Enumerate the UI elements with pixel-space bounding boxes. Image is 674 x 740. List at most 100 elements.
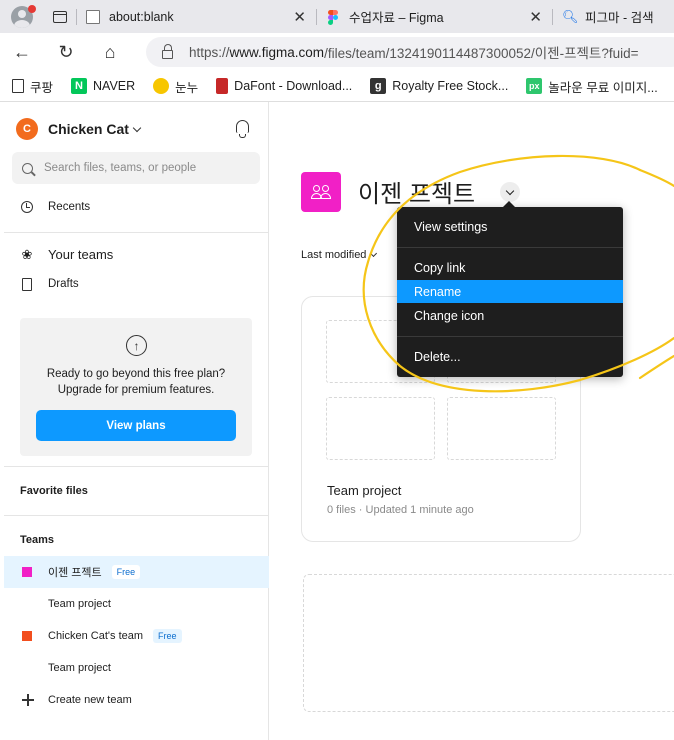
bookmark-dafont[interactable]: DaFont - Download... xyxy=(216,78,352,94)
project-card-title: Team project xyxy=(327,483,402,498)
page-title[interactable]: 이젠 프젝트 xyxy=(358,174,475,209)
view-plans-button[interactable]: View plans xyxy=(36,410,236,441)
bookmark-coupang[interactable]: 쿠팡 xyxy=(12,77,53,96)
team-avatar: C xyxy=(16,118,38,140)
bookmark-naver[interactable]: N NAVER xyxy=(71,78,135,94)
tab-title: 수업자료 – Figma xyxy=(349,11,444,25)
menu-item-view-settings[interactable]: View settings xyxy=(397,215,623,238)
bell-icon[interactable] xyxy=(236,120,249,138)
home-icon: ⌂ xyxy=(104,41,116,62)
tab-title: about:blank xyxy=(109,9,174,24)
create-new-team-button[interactable]: Create new team xyxy=(48,694,132,706)
free-badge: Free xyxy=(153,629,182,643)
getty-icon: g xyxy=(370,78,387,94)
noonnu-icon xyxy=(153,78,170,94)
tab-close-icon[interactable]: ✕ xyxy=(293,8,306,26)
clock-icon xyxy=(20,200,34,214)
new-project-placeholder[interactable] xyxy=(303,574,674,712)
address-bar[interactable]: https://www.figma.com/files/team/1324190… xyxy=(146,37,674,67)
people-icon xyxy=(311,185,331,199)
menu-item-rename[interactable]: Rename xyxy=(397,280,623,303)
tab-separator xyxy=(76,9,77,25)
figma-outline-icon: ❀ xyxy=(21,246,33,262)
sidebar-item-project[interactable]: Team project xyxy=(48,598,111,610)
reload-icon: ↻ xyxy=(58,41,74,62)
coupang-icon xyxy=(12,79,24,93)
bookmark-label: 놀라운 무료 이미지... xyxy=(548,80,658,95)
free-badge: Free xyxy=(111,565,141,579)
bookmark-label: Royalty Free Stock... xyxy=(392,79,509,93)
file-icon xyxy=(20,277,34,291)
menu-item-change-icon[interactable]: Change icon xyxy=(397,304,623,327)
main-content: 이젠 프젝트 Last modified Team project 0 file… xyxy=(270,102,674,740)
people-icon-head xyxy=(322,185,329,192)
browser-tab-blank[interactable]: about:blank ✕ xyxy=(76,0,316,33)
figma-logo-part xyxy=(333,9,338,15)
sidebar-item-project[interactable]: Team project xyxy=(48,662,111,674)
upgrade-text: Ready to go beyond this free plan? Upgra… xyxy=(20,367,252,398)
search-icon xyxy=(22,162,33,174)
bookmark-label: 눈누 xyxy=(175,80,199,95)
project-card-subtitle: 0 files · Updated 1 minute ago xyxy=(327,504,474,516)
tab-actions-button[interactable] xyxy=(44,0,76,33)
tab-actions-icon xyxy=(53,10,67,23)
divider xyxy=(4,515,269,516)
lock-icon xyxy=(162,43,173,59)
search-input[interactable]: Search files, teams, or people xyxy=(12,152,260,184)
title-menu-button[interactable] xyxy=(500,182,520,202)
bookmark-label: DaFont - Download... xyxy=(234,79,353,93)
tab-close-icon[interactable]: ✕ xyxy=(529,8,542,26)
url-path: /files/team/1324190114487300052/이젠-프젝트?f… xyxy=(324,46,639,61)
team-icon[interactable] xyxy=(301,172,341,212)
arrow-up-circle-icon: ↑ xyxy=(126,335,147,356)
menu-item-copy-link[interactable]: Copy link xyxy=(397,256,623,279)
sidebar-item-drafts[interactable]: Drafts xyxy=(20,277,79,291)
sort-dropdown[interactable]: Last modified xyxy=(301,249,378,261)
naver-icon: N xyxy=(71,78,88,94)
tab-title: 피그마 - 검색 xyxy=(585,11,654,25)
people-icon-body xyxy=(320,193,331,199)
file-thumbnail-placeholder xyxy=(447,397,556,460)
menu-item-delete[interactable]: Delete... xyxy=(397,345,623,368)
team-color-icon xyxy=(22,567,32,577)
team-name: Chicken Cat xyxy=(48,121,129,137)
file-thumbnail-placeholder xyxy=(326,397,435,460)
tab-separator xyxy=(552,9,553,25)
upgrade-panel: ↑ Ready to go beyond this free plan? Upg… xyxy=(20,318,252,456)
clock-icon-shape xyxy=(21,201,33,213)
bookmark-noonnu[interactable]: 눈누 xyxy=(153,77,198,96)
favorite-files-title[interactable]: Favorite files xyxy=(20,485,88,497)
team-label: Chicken Cat's team xyxy=(48,630,144,642)
bookmark-label: NAVER xyxy=(93,79,136,93)
reload-button[interactable]: ↻ xyxy=(44,33,88,71)
file-icon-shape xyxy=(22,277,32,291)
sidebar-item-your-teams[interactable]: ❀ Your teams xyxy=(20,246,114,263)
home-button[interactable]: ⌂ xyxy=(88,33,132,71)
notification-dot xyxy=(28,5,36,13)
back-button[interactable]: ← xyxy=(0,33,44,71)
pixabay-icon: px xyxy=(526,78,543,94)
sidebar-item-team-chicken-cat[interactable]: Chicken Cat's team Free xyxy=(4,620,269,652)
team-switcher[interactable]: C Chicken Cat xyxy=(16,118,142,140)
url-host: www.figma.com xyxy=(229,44,325,60)
people-icon-head xyxy=(313,185,320,192)
browser-tab-search[interactable]: 🔍︎ 피그마 - 검색 xyxy=(552,0,674,33)
dafont-icon xyxy=(216,78,229,94)
arrow-left-icon: ← xyxy=(13,41,31,62)
upgrade-text-line-2: Upgrade for premium features. xyxy=(57,383,215,396)
figma-logo-part xyxy=(333,14,338,20)
sidebar-item-recents[interactable]: Recents xyxy=(20,200,90,214)
figma-logo-icon xyxy=(326,9,340,25)
browser-tab-figma[interactable]: 수업자료 – Figma ✕ xyxy=(316,0,552,33)
team-color-icon xyxy=(22,631,32,641)
sort-label: Last modified xyxy=(301,249,367,261)
profile-button[interactable] xyxy=(0,0,44,33)
sidebar-item-team-ijen[interactable]: 이젠 프젝트 Free xyxy=(4,556,269,588)
bookmark-getty[interactable]: g Royalty Free Stock... xyxy=(370,78,508,94)
tab-separator xyxy=(316,9,317,25)
sidebar: C Chicken Cat Search files, teams, or pe… xyxy=(4,102,269,740)
upgrade-text-line-1: Ready to go beyond this free plan? xyxy=(46,368,226,380)
bookmark-pixabay[interactable]: px 놀라운 무료 이미지... xyxy=(526,77,658,96)
plus-icon xyxy=(22,694,34,706)
divider xyxy=(4,466,269,467)
